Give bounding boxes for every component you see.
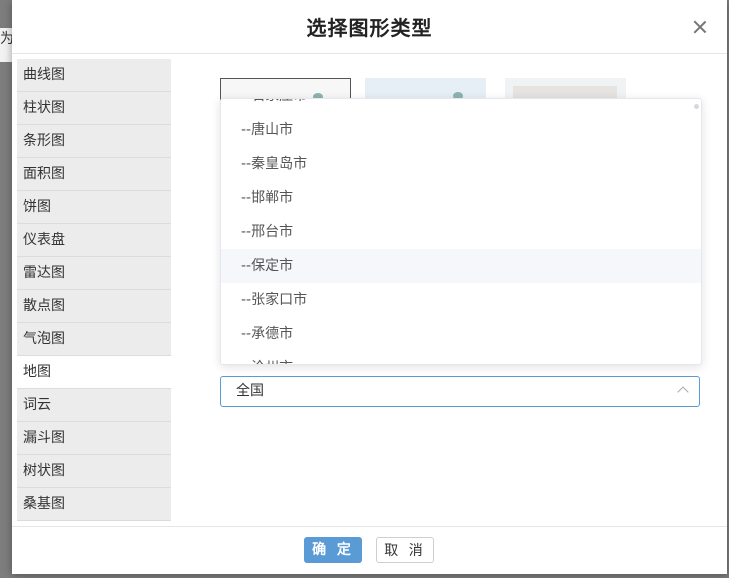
chevron-up-icon — [677, 386, 689, 398]
dialog-footer: 确 定 取 消 — [12, 526, 727, 574]
cancel-button[interactable]: 取 消 — [376, 537, 434, 563]
sidebar-item-bar[interactable]: 条形图 — [17, 125, 171, 158]
sidebar-item-column[interactable]: 柱状图 — [17, 92, 171, 125]
region-option[interactable]: --张家口市 — [221, 283, 701, 317]
region-select[interactable]: 全国 — [220, 376, 700, 407]
sidebar-item-wordcloud[interactable]: 词云 — [17, 389, 171, 422]
sidebar-item-sankey[interactable]: 桑基图 — [17, 488, 171, 521]
confirm-button[interactable]: 确 定 — [304, 537, 362, 563]
sidebar-item-map[interactable]: 地图 — [17, 356, 171, 389]
sidebar-item-gauge[interactable]: 仪表盘 — [17, 224, 171, 257]
region-option[interactable]: --石家庄市 — [221, 99, 701, 113]
sidebar-item-radar[interactable]: 雷达图 — [17, 257, 171, 290]
sidebar-item-funnel[interactable]: 漏斗图 — [17, 422, 171, 455]
dialog-header: 选择图形类型 — [12, 0, 727, 54]
region-option[interactable]: --沧州市 — [221, 351, 701, 364]
sidebar-item-area[interactable]: 面积图 — [17, 158, 171, 191]
chart-type-sidebar: 曲线图 柱状图 条形图 面积图 饼图 仪表盘 雷达图 散点图 气泡图 地图 词云… — [17, 59, 171, 521]
region-option[interactable]: --唐山市 — [221, 113, 701, 147]
close-icon[interactable] — [693, 20, 707, 34]
chart-type-dialog: 选择图形类型 曲线图 柱状图 条形图 面积图 饼图 仪表盘 雷达图 散点图 气泡… — [12, 0, 727, 574]
sidebar-item-line[interactable]: 曲线图 — [17, 59, 171, 92]
region-option[interactable]: --秦皇岛市 — [221, 147, 701, 181]
sidebar-item-scatter[interactable]: 散点图 — [17, 290, 171, 323]
sidebar-item-pie[interactable]: 饼图 — [17, 191, 171, 224]
region-option-hovered[interactable]: --保定市 — [221, 249, 701, 283]
region-option[interactable]: --邢台市 — [221, 215, 701, 249]
region-option[interactable]: --承德市 — [221, 317, 701, 351]
region-option[interactable]: --邯郸市 — [221, 181, 701, 215]
region-dropdown-list: --石家庄市 --唐山市 --秦皇岛市 --邯郸市 --邢台市 --保定市 --… — [220, 98, 702, 365]
region-select-value: 全国 — [236, 383, 264, 399]
dialog-title: 选择图形类型 — [306, 16, 433, 40]
sidebar-item-bubble[interactable]: 气泡图 — [17, 323, 171, 356]
sidebar-item-tree[interactable]: 树状图 — [17, 455, 171, 488]
